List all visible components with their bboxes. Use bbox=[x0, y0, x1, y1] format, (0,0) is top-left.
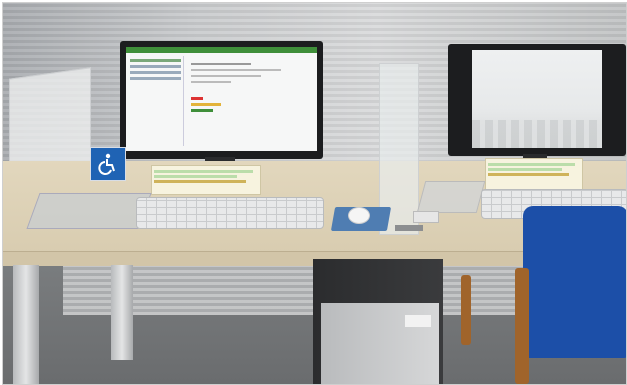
screen-content bbox=[191, 59, 311, 147]
monitor-left-screen bbox=[126, 47, 317, 151]
photo bbox=[2, 2, 627, 385]
screen-skyline bbox=[472, 120, 602, 148]
pc-tower-front bbox=[321, 303, 439, 384]
screen-sidebar bbox=[128, 56, 184, 146]
monitor-right bbox=[448, 44, 626, 156]
monitor-left bbox=[120, 41, 323, 159]
desk-notice-sign-right bbox=[485, 158, 583, 190]
wheelchair-icon bbox=[98, 153, 115, 175]
desk-leg-left bbox=[13, 265, 39, 384]
desk-notice-sign-left bbox=[151, 165, 261, 195]
cable-hook bbox=[413, 211, 439, 223]
screen-header-bar bbox=[126, 47, 317, 53]
monitor-right-screen bbox=[472, 50, 602, 148]
accessibility-sign bbox=[90, 147, 126, 181]
desk-leg-middle bbox=[111, 265, 133, 360]
office-chair bbox=[523, 206, 626, 358]
laminated-sheet-right bbox=[416, 181, 486, 213]
keyboard-left bbox=[136, 197, 324, 229]
chair-leg-front bbox=[515, 268, 529, 384]
chair-leg-back bbox=[461, 275, 471, 345]
laminated-sheet bbox=[26, 193, 152, 229]
partition-foot bbox=[395, 225, 423, 231]
mouse bbox=[348, 207, 370, 224]
tower-label bbox=[405, 315, 431, 327]
